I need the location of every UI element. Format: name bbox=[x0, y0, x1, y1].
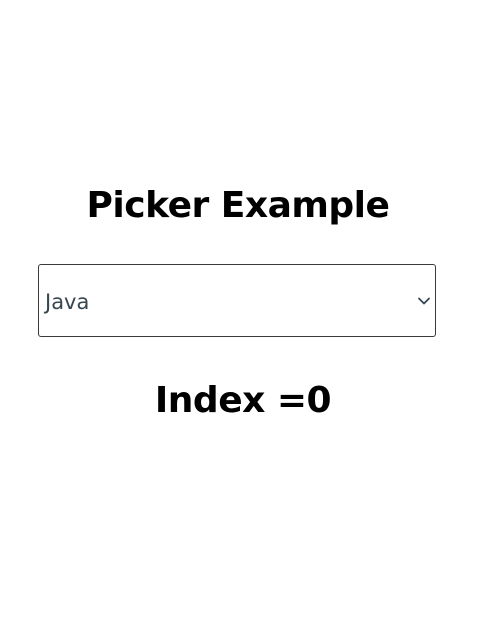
chevron-down-icon bbox=[417, 293, 431, 307]
selected-index-label: Index =0 bbox=[154, 380, 332, 421]
picker-selected-value: Java bbox=[45, 290, 90, 314]
language-picker[interactable]: Java bbox=[38, 264, 436, 337]
page-title: Picker Example bbox=[86, 185, 390, 226]
